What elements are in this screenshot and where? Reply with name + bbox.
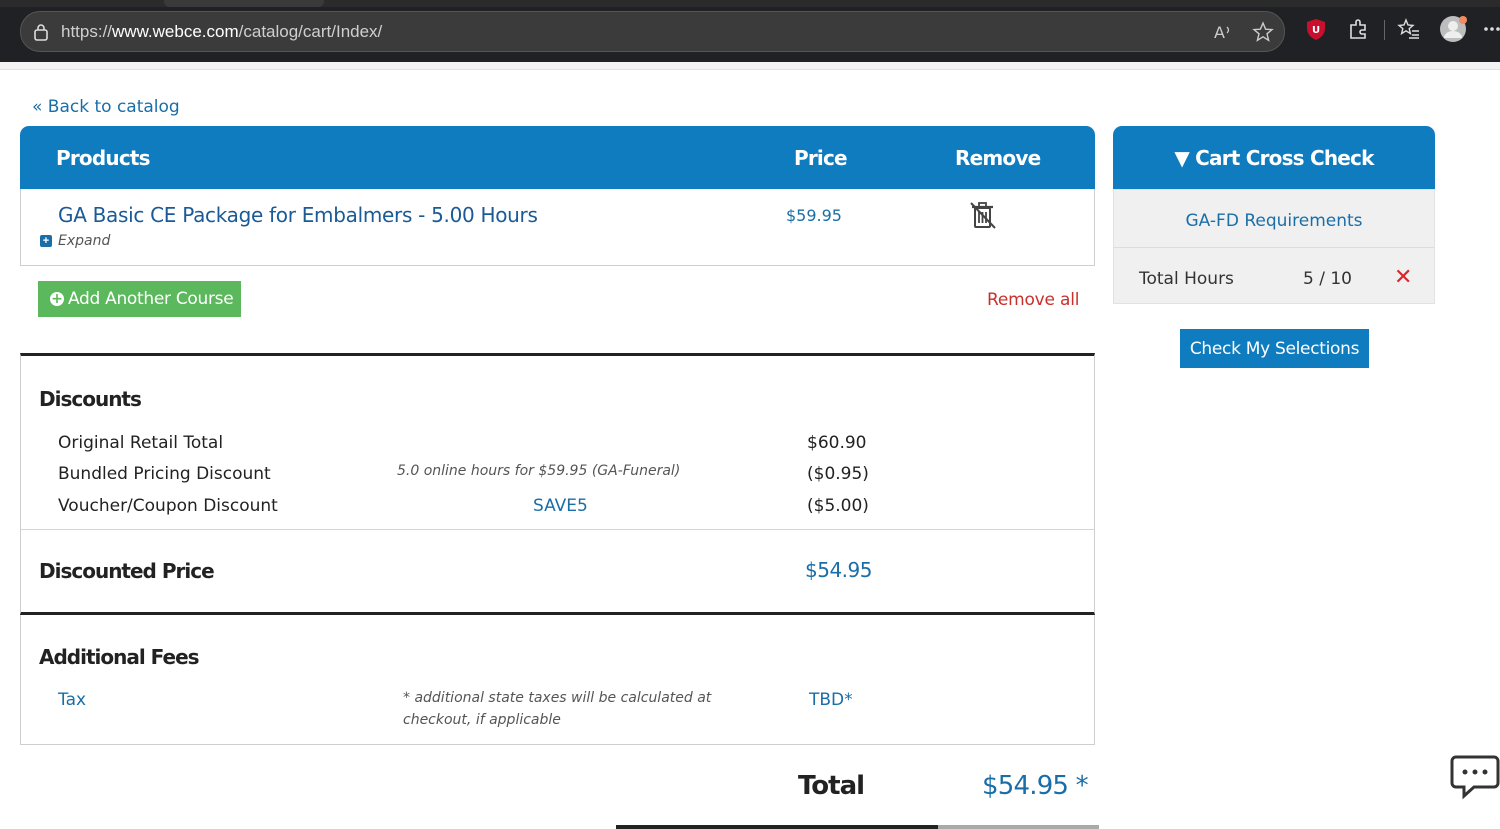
expand-toggle[interactable]: Expand [58, 233, 110, 249]
discounted-price-label: Discounted Price [39, 559, 215, 583]
total-value: $54.95 * [982, 771, 1089, 801]
discounted-price-value: $54.95 [805, 558, 872, 582]
plus-circle-icon: + [50, 291, 64, 307]
scroll-indicator[interactable] [938, 825, 1099, 829]
svg-text:A: A [1214, 23, 1225, 42]
total-underline [616, 825, 938, 829]
cross-check-divider [1114, 247, 1434, 248]
address-bar[interactable]: https://www.webce.com/catalog/cart/Index… [20, 11, 1285, 52]
cart-cross-check-header[interactable]: ▼ Cart Cross Check [1113, 126, 1435, 189]
browser-toolbar: https://www.webce.com/catalog/cart/Index… [0, 0, 1500, 62]
expand-plus-icon[interactable]: + [40, 235, 52, 247]
total-label: Total [798, 771, 865, 801]
requirements-link[interactable]: GA-FD Requirements [1114, 211, 1434, 231]
toolbar-bottom-edge [0, 62, 1500, 70]
more-menu-icon[interactable] [1483, 17, 1500, 41]
favorite-star-icon[interactable] [1252, 21, 1274, 43]
add-course-label: Add Another Course [68, 289, 234, 309]
tax-link[interactable]: Tax [58, 690, 86, 710]
favorites-list-icon[interactable] [1397, 17, 1421, 41]
bundled-discount-note: 5.0 online hours for $59.95 (GA-Funeral) [397, 463, 681, 479]
back-to-catalog-link[interactable]: « Back to catalog [32, 97, 180, 117]
bundled-discount-value: ($0.95) [807, 464, 869, 484]
toolbar-separator [1384, 20, 1385, 40]
original-retail-value: $60.90 [807, 433, 867, 453]
products-column-header: Products [56, 146, 151, 170]
product-price: $59.95 [786, 206, 842, 225]
extensions-puzzle-icon[interactable] [1347, 17, 1371, 41]
requirement-unmet-x-icon: ✕ [1394, 265, 1413, 290]
voucher-discount-value: ($5.00) [807, 496, 869, 516]
discounts-title: Discounts [39, 387, 142, 411]
cart-cross-check-title: ▼ Cart Cross Check [1174, 146, 1374, 170]
bundled-discount-label: Bundled Pricing Discount [58, 464, 271, 484]
url-prefix: https:// [61, 22, 113, 41]
remove-all-link[interactable]: Remove all [987, 290, 1079, 310]
total-hours-label: Total Hours [1139, 269, 1234, 289]
lock-icon[interactable] [33, 23, 49, 41]
price-column-header: Price [794, 146, 848, 170]
additional-fees-section: Additional Fees Tax * additional state t… [20, 615, 1095, 745]
additional-fees-title: Additional Fees [39, 645, 200, 669]
coupon-code[interactable]: SAVE5 [533, 496, 588, 516]
remove-trash-icon[interactable] [965, 201, 999, 229]
ublock-shield-icon[interactable]: U [1304, 17, 1328, 41]
voucher-discount-label: Voucher/Coupon Discount [58, 496, 278, 516]
total-hours-value: 5 / 10 [1303, 269, 1352, 289]
url-host: www.webce.com [112, 22, 239, 41]
cart-table-header: Products Price Remove [20, 126, 1095, 189]
chat-bubble-icon[interactable] [1450, 751, 1500, 801]
product-title-link[interactable]: GA Basic CE Package for Embalmers - 5.00… [58, 203, 538, 227]
check-my-selections-button[interactable]: Check My Selections [1180, 329, 1369, 368]
add-another-course-button[interactable]: + Add Another Course [38, 281, 241, 317]
active-tab-edge[interactable] [164, 0, 324, 7]
profile-avatar-icon[interactable] [1439, 15, 1467, 43]
discount-divider [21, 529, 1094, 530]
url-path: /catalog/cart/Index/ [238, 22, 383, 41]
cart-cross-check-body: GA-FD Requirements Total Hours 5 / 10 ✕ [1113, 189, 1435, 304]
tax-value: TBD* [809, 690, 853, 710]
original-retail-label: Original Retail Total [58, 433, 224, 453]
url-text[interactable]: https://www.webce.com/catalog/cart/Index… [61, 22, 382, 42]
discounts-section: Discounts Original Retail Total $60.90 B… [20, 353, 1095, 615]
cart-item-row: GA Basic CE Package for Embalmers - 5.00… [20, 189, 1095, 266]
remove-column-header: Remove [955, 146, 1041, 170]
read-aloud-icon[interactable]: A [1212, 21, 1234, 43]
svg-text:U: U [1312, 25, 1320, 36]
tax-note: * additional state taxes will be calcula… [403, 690, 712, 728]
